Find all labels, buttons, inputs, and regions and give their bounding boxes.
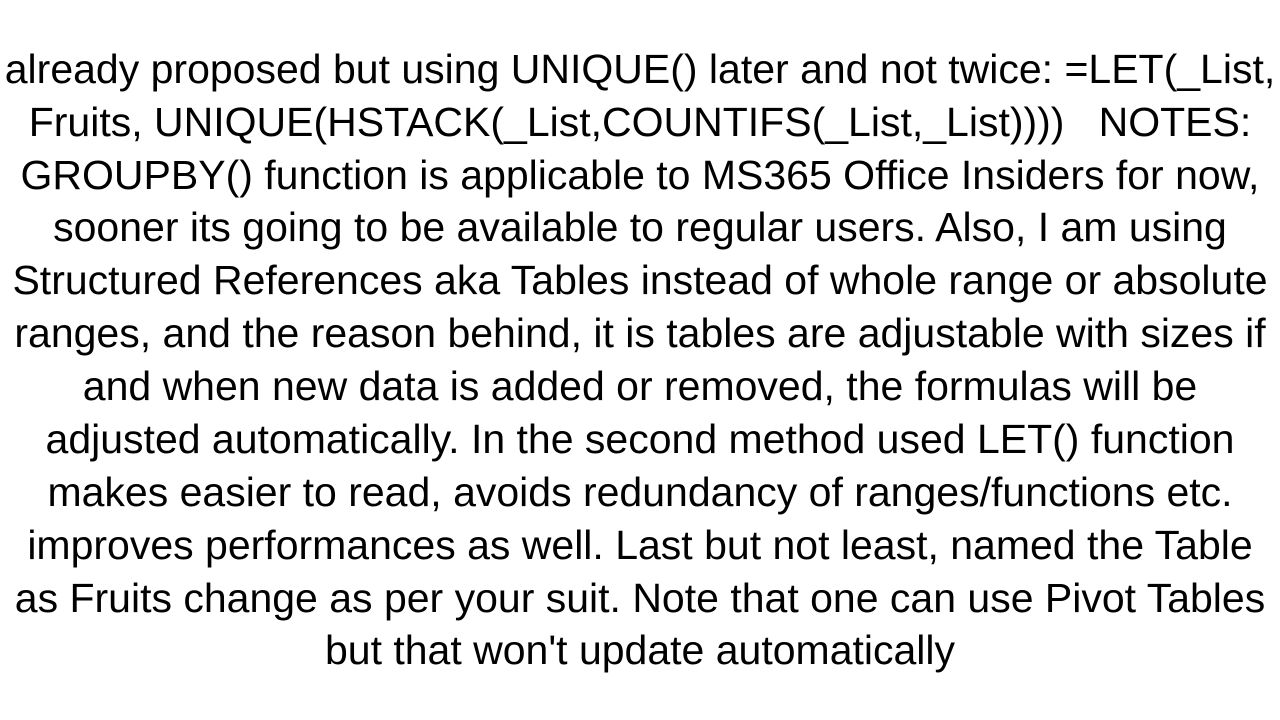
document-page: already proposed but using UNIQUE() late…	[0, 0, 1280, 720]
body-text: already proposed but using UNIQUE() late…	[0, 43, 1280, 678]
